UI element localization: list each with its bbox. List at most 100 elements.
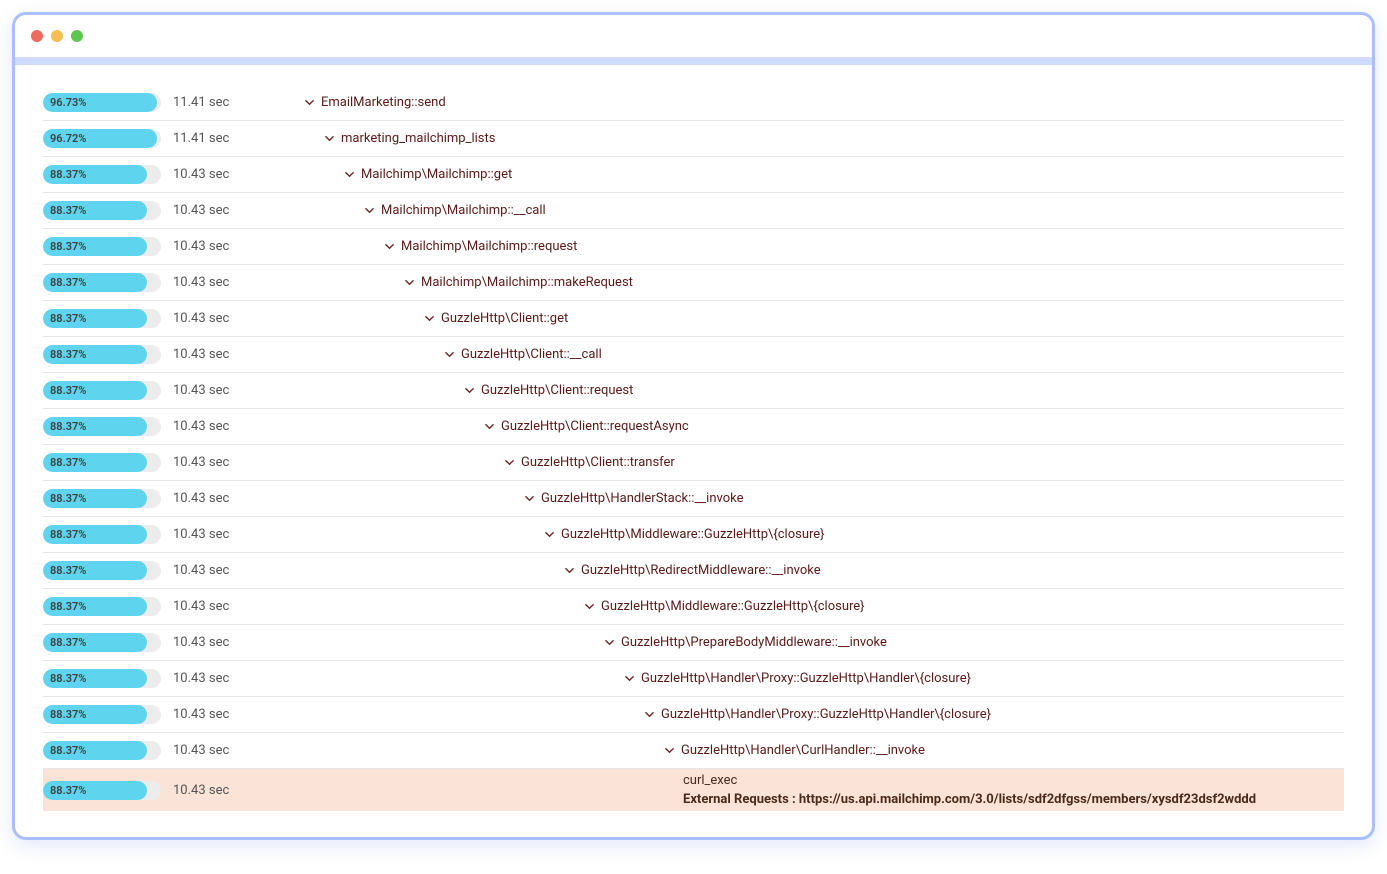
chevron-down-icon[interactable] xyxy=(303,98,315,107)
minimize-icon[interactable] xyxy=(51,30,63,42)
time-label: 10.43 sec xyxy=(173,599,273,614)
trace-row[interactable]: 88.37%10.43 secGuzzleHttp\RedirectMiddle… xyxy=(43,553,1344,589)
trace-row[interactable]: 88.37% 10.43 secGuzzleHttp\HandlerStack::… xyxy=(43,481,1344,517)
zoom-icon[interactable] xyxy=(71,30,83,42)
trace-row[interactable]: 88.37%10.43 secMailchimp\Mailchimp::__ca… xyxy=(43,193,1344,229)
call-name: curl_exec xyxy=(683,773,1256,788)
chevron-down-icon[interactable] xyxy=(383,242,395,251)
call-name-cell: Mailchimp\Mailchimp::get xyxy=(273,167,1344,182)
chevron-down-icon[interactable] xyxy=(363,206,375,215)
call-name-cell: GuzzleHttp\HandlerStack::__invoke xyxy=(273,491,1344,506)
call-name-cell: GuzzleHttp\PrepareBodyMiddleware::__invo… xyxy=(273,635,1344,650)
call-name: GuzzleHttp\Client::transfer xyxy=(521,455,675,470)
time-label: 10.43 sec xyxy=(173,167,273,182)
percent-label: 88.37% xyxy=(50,741,86,760)
chevron-down-icon[interactable] xyxy=(343,170,355,179)
trace-row[interactable]: 96.73% 11.41 sec EmailMarketing::send xyxy=(43,85,1344,121)
trace-row[interactable]: 88.37% 10.43 sec GuzzleHttp\Client::transf… xyxy=(43,445,1344,481)
trace-row[interactable]: 88.37%10.43 secGuzzleHttp\Middleware::Gu… xyxy=(43,589,1344,625)
call-name: GuzzleHttp\RedirectMiddleware::__invoke xyxy=(581,563,821,578)
percent-bar: 88.37% xyxy=(43,489,173,508)
call-name-cell: GuzzleHttp\RedirectMiddleware::__invoke xyxy=(273,563,1344,578)
call-name-cell: GuzzleHttp\Handler\Proxy::GuzzleHttp\Han… xyxy=(273,707,1344,722)
trace-row[interactable]: 88.37%10.43 sec Mailchimp\Mailchimp::requ… xyxy=(43,229,1344,265)
time-label: 10.43 sec xyxy=(173,311,273,326)
trace-row[interactable]: 88.37%10.43 secGuzzleHttp\Handler\CurlHa… xyxy=(43,733,1344,769)
chevron-down-icon[interactable] xyxy=(623,674,635,683)
percent-label: 88.37% xyxy=(50,309,86,328)
time-label: 10.43 sec xyxy=(173,491,273,506)
percent-label: 88.37% xyxy=(50,273,86,292)
trace-row[interactable]: 88.37%10.43 secGuzzleHttp\Handler\Proxy:… xyxy=(43,661,1344,697)
chevron-down-icon[interactable] xyxy=(403,278,415,287)
chevron-down-icon[interactable] xyxy=(603,638,615,647)
trace-row[interactable]: 88.37%10.43 seccurl_execExternal Request… xyxy=(43,769,1344,811)
call-name: GuzzleHttp\Middleware::GuzzleHttp\{closu… xyxy=(561,527,825,542)
time-label: 10.43 sec xyxy=(173,347,273,362)
percent-label: 88.37% xyxy=(50,453,86,472)
percent-bar: 88.37% xyxy=(43,597,173,616)
call-name: Mailchimp\Mailchimp::__call xyxy=(381,203,546,218)
call-name: Mailchimp\Mailchimp::request xyxy=(401,239,577,254)
percent-bar: 88.37% xyxy=(43,417,173,436)
call-name: Mailchimp\Mailchimp::get xyxy=(361,167,512,182)
call-name-cell: GuzzleHttp\Client::__call xyxy=(273,347,1344,362)
time-label: 11.41 sec xyxy=(173,95,273,110)
percent-label: 88.37% xyxy=(50,381,86,400)
time-label: 10.43 sec xyxy=(173,275,273,290)
chevron-down-icon[interactable] xyxy=(323,134,335,143)
call-name-cell: GuzzleHttp\Client::transfer xyxy=(273,455,1344,470)
chevron-down-icon[interactable] xyxy=(563,566,575,575)
percent-label: 88.37% xyxy=(50,489,86,508)
chevron-down-icon[interactable] xyxy=(663,746,675,755)
trace-row[interactable]: 88.37%10.43 secMailchimp\Mailchimp::make… xyxy=(43,265,1344,301)
trace-row[interactable]: 88.37%10.43 sec GuzzleHttp\Client::reques… xyxy=(43,409,1344,445)
chevron-down-icon[interactable] xyxy=(463,386,475,395)
time-label: 10.43 sec xyxy=(173,239,273,254)
chevron-down-icon[interactable] xyxy=(423,314,435,323)
time-label: 10.43 sec xyxy=(173,455,273,470)
chevron-down-icon[interactable] xyxy=(583,602,595,611)
percent-bar: 88.37% xyxy=(43,237,173,256)
header-accent-strip xyxy=(15,57,1372,65)
call-name-cell: marketing_mailchimp_lists xyxy=(273,131,1344,146)
chevron-down-icon[interactable] xyxy=(523,494,535,503)
percent-label: 88.37% xyxy=(50,165,86,184)
call-name: GuzzleHttp\Handler\CurlHandler::__invoke xyxy=(681,743,925,758)
close-icon[interactable] xyxy=(31,30,43,42)
call-name-cell: Mailchimp\Mailchimp::__call xyxy=(273,203,1344,218)
percent-label: 88.37% xyxy=(50,201,86,220)
call-name: GuzzleHttp\PrepareBodyMiddleware::__invo… xyxy=(621,635,887,650)
percent-label: 88.37% xyxy=(50,561,86,580)
percent-bar: 96.72% xyxy=(43,129,173,148)
percent-label: 88.37% xyxy=(50,633,86,652)
call-name-cell: EmailMarketing::send xyxy=(273,95,1344,110)
percent-bar: 88.37% xyxy=(43,741,173,760)
percent-bar: 88.37% xyxy=(43,669,173,688)
trace-row[interactable]: 88.37%10.43 secGuzzleHttp\Client::get xyxy=(43,301,1344,337)
call-name: GuzzleHttp\Handler\Proxy::GuzzleHttp\Han… xyxy=(661,707,991,722)
chevron-down-icon[interactable] xyxy=(483,422,495,431)
percent-label: 88.37% xyxy=(50,669,86,688)
chevron-down-icon[interactable] xyxy=(503,458,515,467)
trace-row[interactable]: 88.37%10.43 secGuzzleHttp\Client::reques… xyxy=(43,373,1344,409)
trace-row[interactable]: 88.37%10.43 secGuzzleHttp\PrepareBodyMid… xyxy=(43,625,1344,661)
external-request-label: External Requests : https://us.api.mailc… xyxy=(683,792,1256,807)
time-label: 10.43 sec xyxy=(173,419,273,434)
chevron-down-icon[interactable] xyxy=(643,710,655,719)
trace-row[interactable]: 88.37%10.43 secGuzzleHttp\Client::__call xyxy=(43,337,1344,373)
call-name: EmailMarketing::send xyxy=(321,95,446,110)
percent-label: 88.37% xyxy=(50,781,86,800)
percent-bar: 88.37% xyxy=(43,165,173,184)
window-titlebar xyxy=(15,15,1372,57)
call-name: GuzzleHttp\Client::requestAsync xyxy=(501,419,689,434)
trace-row[interactable]: 96.72%11.41 secmarketing_mailchimp_lists xyxy=(43,121,1344,157)
call-name-cell: Mailchimp\Mailchimp::request xyxy=(273,239,1344,254)
trace-row[interactable]: 88.37% 10.43 sec Mailchimp\Mailchimp::get xyxy=(43,157,1344,193)
chevron-down-icon[interactable] xyxy=(443,350,455,359)
trace-row[interactable]: 88.37%10.43 secGuzzleHttp\Middleware::Gu… xyxy=(43,517,1344,553)
percent-label: 96.73% xyxy=(50,93,86,112)
trace-row[interactable]: 88.37%10.43 secGuzzleHttp\Handler\Proxy:… xyxy=(43,697,1344,733)
chevron-down-icon[interactable] xyxy=(543,530,555,539)
call-name: GuzzleHttp\Handler\Proxy::GuzzleHttp\Han… xyxy=(641,671,971,686)
